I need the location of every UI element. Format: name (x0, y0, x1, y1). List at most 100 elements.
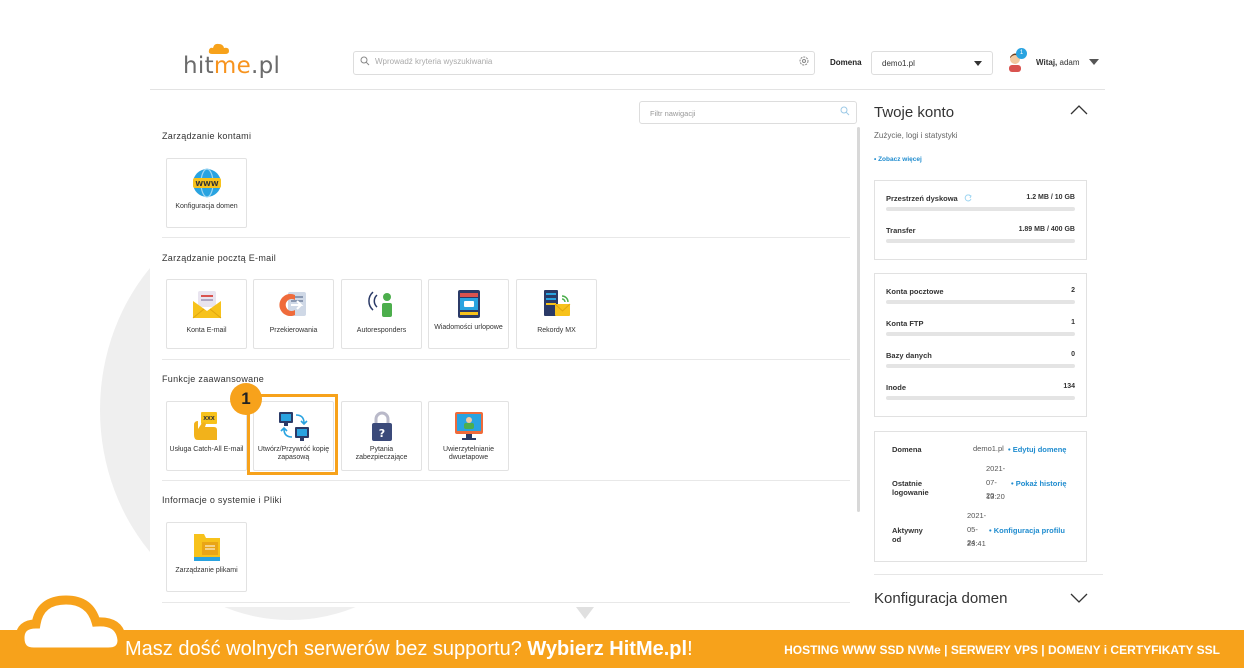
tile-file-manager[interactable]: Zarządzanie plikami (166, 522, 247, 592)
info-value: 2021- (967, 511, 987, 520)
chevron-down-icon (974, 61, 982, 66)
forward-icon (279, 292, 306, 316)
metric-label: Konta FTP (886, 319, 924, 328)
step-badge: 1 (230, 383, 262, 415)
sidebar-divider (874, 574, 1103, 575)
account-title: Twoje konto (874, 104, 955, 121)
refresh-icon[interactable] (964, 194, 972, 202)
search-placeholder: Wprowadź kryteria wyszukiwania (375, 57, 493, 66)
envelope-icon (192, 291, 222, 319)
metric-value: 2 (1071, 287, 1075, 294)
nav-filter-input[interactable]: Filtr nawigacji (639, 101, 857, 124)
progress-bar (886, 239, 1075, 243)
page-top (0, 0, 1244, 37)
domain-select-value: demo1.pl (882, 59, 915, 68)
profile-config-link[interactable]: • Konfiguracja profilu (989, 526, 1065, 535)
counts-card: Konta pocztowe 2 Konta FTP 1 Bazy danych… (874, 273, 1087, 417)
tile-label: Przekierowania (269, 327, 318, 334)
edit-domain-link[interactable]: • Edytuj domenę (1008, 445, 1066, 454)
info-label: Aktywny od (892, 526, 923, 544)
chevron-down-icon[interactable] (1070, 593, 1088, 603)
notification-badge[interactable]: 1 (1016, 48, 1027, 59)
show-history-link[interactable]: • Pokaż historię (1011, 479, 1067, 488)
metric-label: Transfer (886, 226, 916, 235)
logo-text: me (213, 53, 252, 79)
metric-label: Konta pocztowe (886, 287, 944, 296)
user-greeting[interactable]: Witaj, adam (1036, 58, 1080, 67)
tile-security-questions[interactable]: ? Pytania zabezpieczające (341, 401, 422, 471)
chevron-up-icon[interactable] (1070, 105, 1088, 115)
info-value: 13:20 (986, 492, 1005, 501)
svg-text:XXX: XXX (203, 416, 215, 422)
metric-value: 1 (1071, 319, 1075, 326)
search-input[interactable]: Wprowadź kryteria wyszukiwania (353, 51, 815, 75)
tile-forwarders[interactable]: Przekierowania (253, 279, 334, 349)
usage-card: Przestrzeń dyskowa 1.2 MB / 10 GB Transf… (874, 180, 1087, 260)
account-info-card: Domena demo1.pl • Edytuj domenę Ostatnie… (874, 431, 1087, 562)
section-divider (162, 602, 850, 603)
promo-text: Masz dość wolnych serwerów bez supportu?… (125, 638, 693, 661)
info-value: demo1.pl (973, 444, 1004, 453)
tile-label: Autoresponders (356, 327, 407, 334)
tile-label: Uwierzytelnianie dwuetapowe (443, 446, 494, 461)
progress-bar (886, 332, 1075, 336)
highlight-frame (247, 394, 338, 475)
promo-text-end: ! (687, 638, 693, 660)
metric-value: 0 (1071, 351, 1075, 358)
two-factor-icon (455, 412, 483, 440)
tile-vacation-messages[interactable]: Wiadomości urlopowe (428, 279, 509, 349)
catch-all-icon: XXX (194, 412, 217, 440)
svg-text:?: ? (379, 427, 385, 440)
user-menu-caret-icon[interactable] (1089, 59, 1099, 65)
greeting-prefix: Witaj, (1036, 58, 1058, 67)
logo-text: .pl (251, 53, 281, 79)
see-more-link[interactable]: • Zobacz więcej (874, 156, 922, 163)
cloud-logo-icon (15, 595, 127, 657)
tile-label: Konta E-mail (186, 327, 227, 334)
logo[interactable]: hitme.pl (183, 53, 280, 79)
metric-label: Przestrzeń dyskowa (886, 194, 972, 203)
metric-value: 134 (1063, 383, 1075, 390)
section-divider (162, 359, 850, 360)
domain-label: Domena (830, 58, 862, 67)
metric-label-text: Przestrzeń dyskowa (886, 194, 958, 203)
tile-label: Wiadomości urlopowe (434, 324, 503, 331)
metric-label: Bazy danych (886, 351, 932, 360)
gear-icon[interactable] (798, 55, 810, 67)
promo-text-main: Masz dość wolnych serwerów bez supportu? (125, 638, 528, 660)
metric-label: Inode (886, 383, 906, 392)
section-divider (162, 237, 850, 238)
tile-label: Usługa Catch-All E-mail (169, 446, 244, 453)
info-value: 2021- (986, 464, 1006, 473)
tile-two-factor[interactable]: Uwierzytelnianie dwuetapowe (428, 401, 509, 471)
info-value: 23:41 (967, 539, 986, 548)
section-divider (162, 480, 850, 481)
tile-domain-config[interactable]: WWW Konfiguracja domen (166, 158, 247, 228)
tile-email-accounts[interactable]: Konta E-mail (166, 279, 247, 349)
search-icon (360, 56, 370, 66)
promo-footer: Masz dość wolnych serwerów bez supportu?… (0, 630, 1244, 668)
scroll-down-arrow-icon[interactable] (576, 607, 594, 619)
mx-server-icon (544, 290, 571, 316)
progress-bar (886, 300, 1075, 304)
promo-text-bold: Wybierz HitMe.pl (527, 638, 688, 660)
account-sidebar: Twoje konto Zużycie, logi i statystyki •… (874, 89, 1105, 607)
section-title: Zarządzanie pocztą E-mail (162, 253, 277, 263)
tile-label: Zarządzanie plikami (175, 567, 238, 574)
folder-icon (194, 534, 220, 561)
footer-links[interactable]: HOSTING WWW SSD NVMe | SERWERY VPS | DOM… (784, 643, 1220, 657)
progress-bar (886, 396, 1075, 400)
scrollbar[interactable] (857, 127, 860, 512)
nav-filter-placeholder: Filtr nawigacji (650, 109, 696, 118)
domain-config-title[interactable]: Konfiguracja domen (874, 590, 1007, 607)
security-question-icon: ? (372, 411, 392, 441)
tile-mx-records[interactable]: Rekordy MX (516, 279, 597, 349)
www-globe-icon: WWW (193, 168, 221, 198)
account-subtitle: Zużycie, logi i statystyki (874, 131, 958, 140)
control-panel: hitme.pl Wprowadź kryteria wyszukiwania … (150, 37, 1105, 607)
domain-select[interactable]: demo1.pl (871, 51, 993, 75)
tile-catch-all[interactable]: XXX Usługa Catch-All E-mail (166, 401, 247, 471)
metric-value: 1.89 MB / 400 GB (1018, 226, 1075, 233)
tile-autoresponders[interactable]: Autoresponders (341, 279, 422, 349)
logo-text: hit (183, 53, 214, 79)
